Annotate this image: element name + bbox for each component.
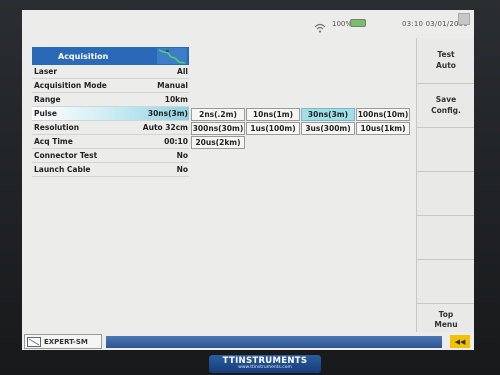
module-tab[interactable]: EXPERT-SM [24, 334, 102, 349]
param-row-resolution[interactable]: Resolution Auto 32cm [32, 121, 189, 135]
param-value: 10km [164, 95, 188, 104]
param-value: 30ns(3m) [147, 109, 188, 118]
param-value: All [177, 67, 188, 76]
softkey-empty-4[interactable] [417, 172, 474, 216]
param-label: Acq Time [34, 137, 73, 146]
progress-track [106, 336, 442, 348]
param-label: Launch Cable [34, 165, 91, 174]
acquisition-panel: Acquisition Laser All Acquisition Mode M… [32, 47, 189, 177]
corner-button[interactable]: ◀◀ [450, 335, 470, 348]
pulse-option[interactable]: 3us(300m) [301, 122, 355, 135]
softkey-column: Test Auto Save Config. Top Menu [416, 38, 474, 336]
battery-percent: 100% [332, 20, 353, 28]
trace-icon [157, 48, 187, 64]
wifi-icon [314, 23, 326, 33]
dismiss-button[interactable] [458, 13, 470, 25]
pulse-option[interactable]: 100ns(10m) [356, 108, 410, 121]
param-label: Connector Test [34, 151, 98, 160]
pulse-option[interactable]: 1us(100m) [246, 122, 300, 135]
param-row-connector-test[interactable]: Connector Test No [32, 149, 189, 163]
module-tab-label: EXPERT-SM [44, 337, 88, 346]
save-config-button[interactable]: Save Config. [417, 84, 474, 128]
param-label: Range [34, 95, 61, 104]
battery-icon [350, 19, 366, 27]
param-value: No [176, 151, 188, 160]
device-tab-icon [27, 336, 41, 347]
test-auto-button[interactable]: Test Auto [417, 38, 474, 84]
param-value: Manual [157, 81, 188, 90]
param-row-acquisition-mode[interactable]: Acquisition Mode Manual [32, 79, 189, 93]
param-row-pulse[interactable]: Pulse 30ns(3m) [32, 107, 189, 121]
pulse-option[interactable]: 10ns(1m) [246, 108, 300, 121]
param-value: Auto 32cm [142, 123, 188, 132]
status-bar: 100% 03:10 03/01/2000 [22, 10, 474, 38]
param-label: Resolution [34, 123, 80, 132]
param-row-range[interactable]: Range 10km [32, 93, 189, 107]
device-bezel: 100% 03:10 03/01/2000 Acquisition Laser … [0, 0, 500, 375]
param-value: No [176, 165, 188, 174]
pulse-option[interactable]: 10us(1km) [356, 122, 410, 135]
param-label: Laser [34, 67, 58, 76]
bottom-bar: EXPERT-SM ◀◀ [22, 332, 474, 350]
softkey-empty-3[interactable] [417, 128, 474, 172]
brand-url: www.ttinstruments.com [238, 364, 292, 370]
param-label: Acquisition Mode [34, 81, 107, 90]
param-row-laser[interactable]: Laser All [32, 65, 189, 79]
pulse-option[interactable]: 20us(2km) [191, 136, 245, 149]
param-row-launch-cable[interactable]: Launch Cable No [32, 163, 189, 177]
param-label: Pulse [34, 109, 57, 118]
param-row-acq-time[interactable]: Acq Time 00:10 [32, 135, 189, 149]
pulse-option[interactable]: 300ns(30m) [191, 122, 245, 135]
softkey-empty-6[interactable] [417, 260, 474, 304]
screen: 100% 03:10 03/01/2000 Acquisition Laser … [22, 10, 474, 350]
progress-fill [106, 336, 442, 348]
brand-plate: TTINSTRUMENTS www.ttinstruments.com [209, 355, 321, 373]
param-value: 00:10 [164, 137, 188, 146]
pulse-option[interactable]: 2ns(.2m) [191, 108, 245, 121]
pulse-option-selected[interactable]: 30ns(3m) [301, 108, 355, 121]
softkey-empty-5[interactable] [417, 216, 474, 260]
panel-header: Acquisition [32, 47, 189, 65]
panel-title: Acquisition [58, 51, 109, 61]
